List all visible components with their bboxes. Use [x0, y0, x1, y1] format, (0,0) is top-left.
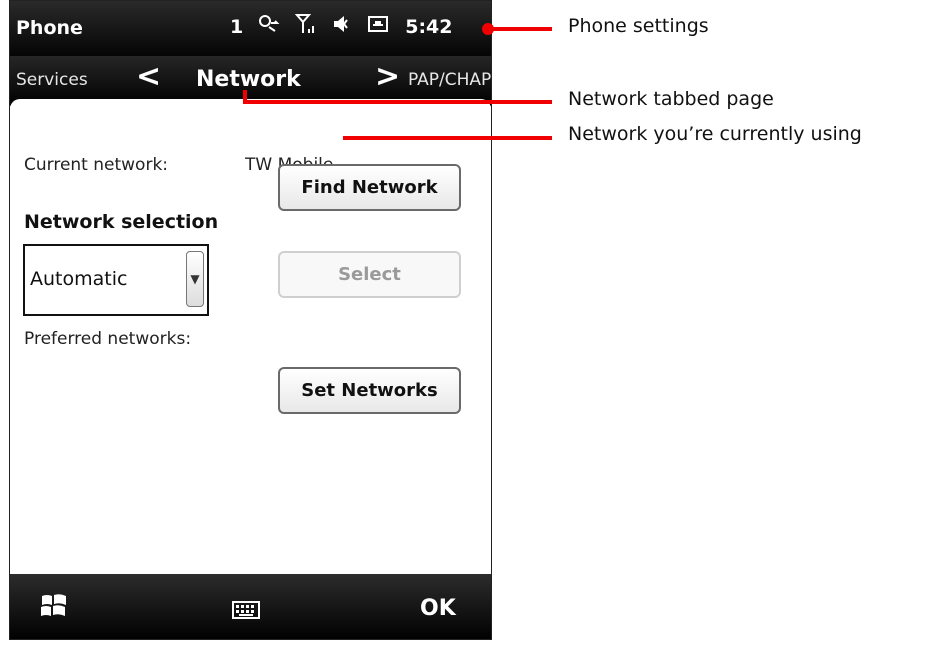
keyboard-icon[interactable] — [232, 601, 260, 619]
roaming-icon — [257, 13, 281, 40]
annotation-phone-settings: Phone settings — [568, 15, 709, 37]
dropdown-arrow-icon[interactable]: ▼ — [186, 251, 204, 307]
annotation-line — [246, 100, 552, 104]
phone-screen: Phone 1 5:42 Services < Network > PAP/CH… — [9, 0, 492, 640]
network-panel: Current network: TW Mobile Find Network … — [10, 99, 491, 574]
ok-softkey[interactable]: OK — [420, 596, 456, 621]
status-icons: 1 5:42 — [230, 13, 453, 40]
status-bar: Phone 1 5:42 — [10, 1, 491, 56]
tab-services[interactable]: Services — [16, 70, 88, 90]
select-button[interactable]: Select — [278, 251, 461, 298]
tab-pap-chap[interactable]: PAP/CHAP — [408, 70, 491, 90]
preferred-networks-label: Preferred networks: — [24, 329, 192, 349]
windows-start-icon[interactable] — [38, 590, 70, 622]
annotation-current-network: Network you’re currently using — [568, 123, 862, 145]
tab-network[interactable]: Network — [196, 67, 301, 92]
notification-count: 1 — [230, 15, 244, 38]
current-network-label: Current network: — [24, 155, 169, 175]
annotation-network-tabbed-page: Network tabbed page — [568, 88, 774, 110]
dropdown-selected-value: Automatic — [30, 268, 128, 290]
network-selection-heading: Network selection — [24, 211, 219, 233]
chevron-right-icon[interactable]: > — [375, 62, 400, 92]
chevron-left-icon[interactable]: < — [136, 62, 161, 92]
soft-key-bar: OK — [10, 574, 491, 639]
clock: 5:42 — [405, 15, 453, 38]
signal-icon — [295, 13, 317, 40]
status-title: Phone — [16, 17, 83, 39]
annotation-line — [343, 136, 552, 140]
annotation-line — [490, 27, 552, 31]
set-networks-button[interactable]: Set Networks — [278, 367, 461, 414]
volume-off-icon — [331, 13, 353, 40]
network-selection-dropdown[interactable]: Automatic ▼ — [23, 244, 209, 316]
battery-charging-icon — [367, 13, 391, 40]
find-network-button[interactable]: Find Network — [278, 164, 461, 211]
